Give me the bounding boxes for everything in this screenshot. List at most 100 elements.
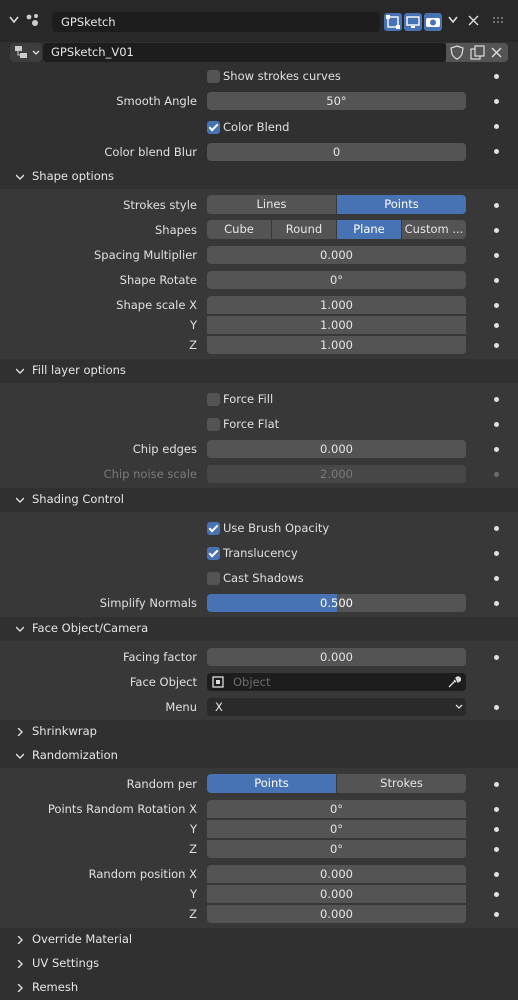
strokes-style-points[interactable]: Points [337,195,466,214]
modifier-icon [26,14,38,26]
cast-shadows-checkbox[interactable] [207,572,220,585]
strokes-style-lines[interactable]: Lines [207,195,337,214]
keyframe-dot[interactable] [494,912,499,917]
keyframe-dot[interactable] [494,576,499,581]
shape-cube[interactable]: Cube [207,220,272,239]
shape-scale-y-field[interactable]: 1.000 [207,316,466,334]
chevron-down-icon [455,704,463,709]
use-brush-opacity-label: Use Brush Opacity [223,521,330,535]
rot-x-field[interactable]: 0° [207,800,466,818]
keyframe-dot[interactable] [494,397,499,402]
keyframe-dot[interactable] [494,872,499,877]
keyframe-dot[interactable] [494,278,499,283]
random-per-toggle: Points Strokes [207,774,466,793]
node-group-name[interactable]: GPSketch_V01 [43,43,446,62]
random-per-strokes[interactable]: Strokes [337,774,466,793]
override-material-panel-header[interactable]: Override Material [0,928,518,951]
keyframe-dot[interactable] [494,228,499,233]
keyframe-dot[interactable] [494,149,499,154]
random-per-points[interactable]: Points [207,774,337,793]
use-brush-opacity-checkbox[interactable] [207,522,220,535]
keyframe-dot[interactable] [494,124,499,129]
keyframe-dot[interactable] [494,323,499,328]
force-flat-checkbox[interactable] [207,418,220,431]
pos-z-field[interactable]: 0.000 [207,905,466,923]
keyframe-dot[interactable] [494,203,499,208]
force-fill-checkbox[interactable] [207,393,220,406]
shape-options-panel-header[interactable]: Shape options [0,165,518,188]
keyframe-dot[interactable] [494,847,499,852]
shape-round[interactable]: Round [272,220,337,239]
chevron-down-icon[interactable] [9,16,19,24]
shading-control-title: Shading Control [32,492,124,506]
keyframe-dot[interactable] [494,892,499,897]
pos-y-field[interactable]: 0.000 [207,885,466,903]
shape-scale-z-field[interactable]: 1.000 [207,336,466,354]
object-icon [212,676,224,688]
smooth-angle-field[interactable]: 50° [207,92,466,110]
simplify-normals-slider[interactable]: 0.500 [207,594,466,612]
viewport-icon[interactable] [404,13,422,31]
pos-z-label: Z [189,907,197,921]
pos-x-field[interactable]: 0.000 [207,865,466,883]
object-name-field[interactable]: GPSketch [52,12,380,32]
keyframe-dot[interactable] [494,705,499,710]
render-icon[interactable] [424,13,442,31]
shape-rotate-field[interactable]: 0° [207,271,466,289]
keyframe-dot[interactable] [494,601,499,606]
shape-scale-x-field[interactable]: 1.000 [207,296,466,314]
face-object-camera-panel-header[interactable]: Face Object/Camera [0,617,518,640]
keyframe-dot[interactable] [494,99,499,104]
simplify-normals-value: 0.500 [320,596,353,610]
keyframe-dot[interactable] [494,827,499,832]
close-icon[interactable] [468,15,479,26]
color-blend-checkbox[interactable] [207,121,220,134]
color-blend-blur-field[interactable]: 0 [207,143,466,161]
node-group-selector[interactable] [10,43,42,62]
force-fill-label: Force Fill [223,392,274,406]
chip-edges-label: Chip edges [132,442,197,456]
shape-plane[interactable]: Plane [337,220,402,239]
uv-settings-panel-header[interactable]: UV Settings [0,952,518,975]
shapes-toggle: Cube Round Plane Custom ... [207,220,466,239]
rot-z-field[interactable]: 0° [207,840,466,858]
close-icon[interactable] [491,47,502,58]
keyframe-dot[interactable] [494,343,499,348]
menu-dropdown[interactable]: X [207,698,466,716]
chevron-down-icon[interactable] [448,16,458,24]
translucency-checkbox[interactable] [207,547,220,560]
keyframe-dot[interactable] [494,807,499,812]
node-group-icon [15,46,27,58]
drag-icon[interactable] [492,16,506,24]
copy-icon[interactable] [470,45,485,60]
rot-y-field[interactable]: 0° [207,820,466,838]
keyframe-dot[interactable] [494,303,499,308]
color-blend-blur-label: Color blend Blur [104,145,197,159]
keyframe-dot[interactable] [494,782,499,787]
shield-icon[interactable] [450,45,464,60]
face-object-field[interactable]: Object [207,673,466,691]
chevron-down-icon [16,174,24,180]
show-strokes-curves-checkbox[interactable] [207,70,220,83]
remesh-panel-header[interactable]: Remesh [0,976,518,999]
keyframe-dot[interactable] [494,551,499,556]
facing-factor-field[interactable]: 0.000 [207,648,466,666]
spacing-multiplier-field[interactable]: 0.000 [207,246,466,264]
shrinkwrap-panel-header[interactable]: Shrinkwrap [0,720,518,743]
keyframe-dot[interactable] [494,253,499,258]
eyedropper-icon[interactable] [447,675,461,689]
pos-x-label: Random position X [88,867,197,881]
randomization-panel-header[interactable]: Randomization [0,744,518,767]
fill-layer-options-panel-header[interactable]: Fill layer options [0,359,518,382]
keyframe-dot[interactable] [494,422,499,427]
random-per-label: Random per [126,777,197,791]
chip-edges-field[interactable]: 0.000 [207,440,466,458]
keyframe-dot[interactable] [494,655,499,660]
keyframe-dot[interactable] [494,74,499,79]
rot-y-label: Y [189,822,197,836]
edit-mode-icon[interactable] [384,13,402,31]
keyframe-dot[interactable] [494,526,499,531]
shading-control-panel-header[interactable]: Shading Control [0,488,518,511]
shape-custom[interactable]: Custom ... [402,220,466,239]
keyframe-dot[interactable] [494,447,499,452]
